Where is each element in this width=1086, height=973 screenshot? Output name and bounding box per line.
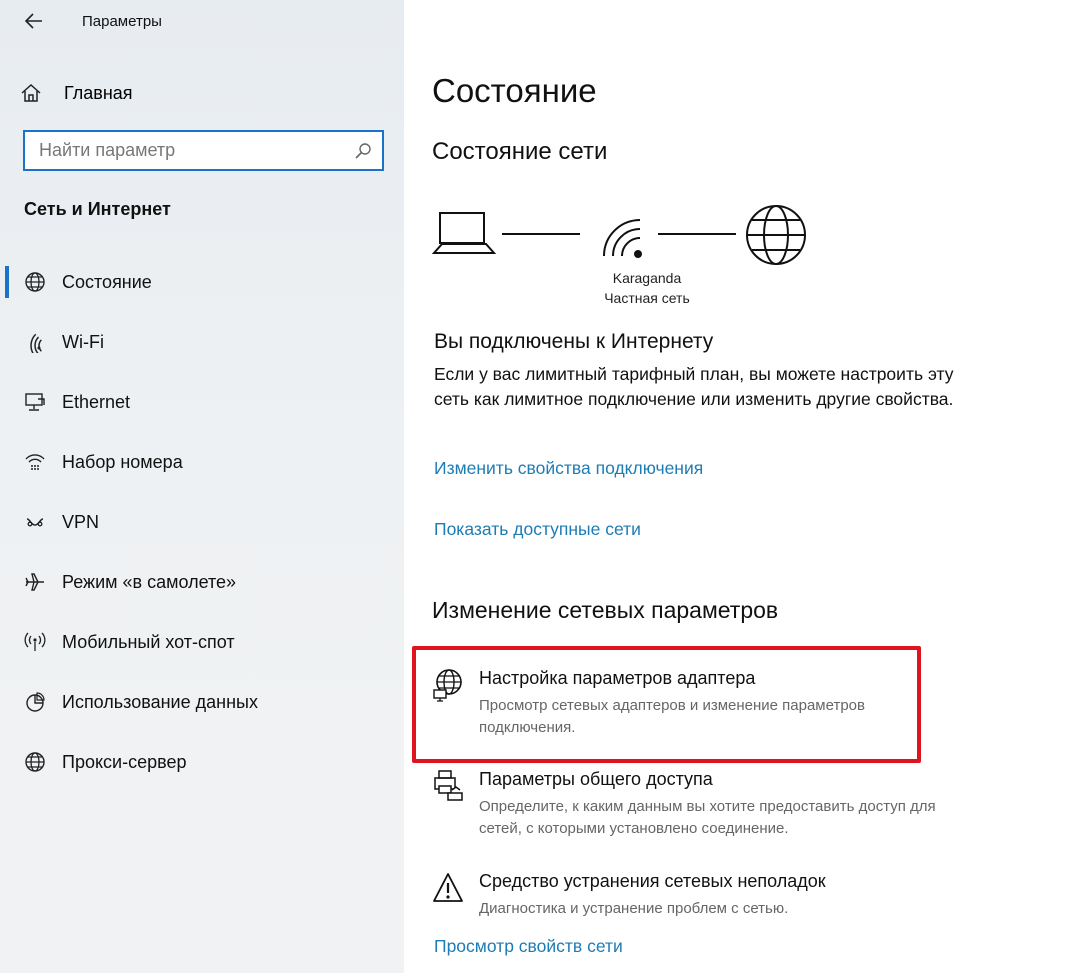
back-button[interactable] [18, 6, 50, 36]
sidebar-item-label: VPN [62, 511, 100, 532]
option-title: Средство устранения сетевых неполадок [479, 871, 826, 891]
connected-title: Вы подключены к Интернету [434, 330, 714, 353]
sidebar-item-status[interactable]: Состояние [0, 252, 404, 312]
view-network-properties-link[interactable]: Просмотр свойств сети [434, 936, 623, 957]
back-arrow-icon [25, 13, 42, 29]
home-icon [20, 83, 48, 103]
sidebar-item-label: Состояние [62, 271, 152, 292]
globe-status-icon [22, 269, 48, 295]
sharing-options-option[interactable]: Параметры общего доступа Определите, к к… [432, 769, 972, 839]
sidebar-item-label: Использование данных [62, 691, 258, 712]
main-content: Состояние Состояние сети Karaganda Частн… [404, 0, 1086, 973]
sidebar-item-label: Ethernet [62, 391, 131, 412]
option-description: Диагностика и устранение проблем с сетью… [479, 900, 789, 917]
adapter-globe-icon [432, 668, 466, 702]
sidebar-item-wifi[interactable]: Wi-Fi [0, 312, 404, 372]
search-input[interactable] [39, 140, 344, 161]
change-settings-heading: Изменение сетевых параметров [432, 597, 779, 623]
sidebar-item-label: Набор номера [62, 451, 183, 472]
sidebar-item-ethernet[interactable]: Ethernet [0, 372, 404, 432]
internet-globe-icon [746, 205, 806, 265]
airplane-icon [22, 569, 48, 595]
ethernet-icon [22, 389, 48, 415]
home-label: Главная [64, 82, 133, 103]
warning-icon [432, 871, 466, 905]
app-title: Параметры [82, 13, 162, 30]
hotspot-icon [22, 629, 48, 655]
sidebar-item-vpn[interactable]: VPN [0, 492, 404, 552]
sidebar-item-label: Режим «в самолете» [62, 571, 237, 592]
sidebar-nav: Состояние Wi-Fi Ethernet Набор номера VP… [0, 252, 404, 792]
vpn-icon [22, 509, 48, 535]
option-description: Просмотр сетевых адаптеров и изменение п… [479, 697, 865, 736]
sidebar-item-proxy[interactable]: Прокси-сервер [0, 732, 404, 792]
page-title: Состояние [432, 72, 597, 109]
network-troubleshooter-option[interactable]: Средство устранения сетевых неполадок Ди… [432, 871, 972, 921]
dialup-icon [22, 449, 48, 475]
wifi-signal-icon [603, 219, 642, 258]
sharing-printer-icon [432, 769, 466, 803]
sidebar-item-dialup[interactable]: Набор номера [0, 432, 404, 492]
sidebar-item-label: Мобильный хот-спот [62, 631, 235, 652]
sidebar-item-label: Прокси-сервер [62, 751, 187, 772]
sidebar-item-airplane[interactable]: Режим «в самолете» [0, 552, 404, 612]
network-name-label: Karaganda Частная сеть [582, 268, 712, 308]
sidebar: Параметры Главная Сеть и Интернет Состоя… [0, 0, 404, 973]
adapter-settings-option[interactable]: Настройка параметров адаптера Просмотр с… [432, 668, 972, 738]
network-name: Karaganda [612, 270, 682, 286]
search-box[interactable] [23, 130, 384, 171]
sidebar-item-hotspot[interactable]: Мобильный хот-спот [0, 612, 404, 672]
wifi-icon [22, 329, 48, 355]
data-usage-icon [22, 689, 48, 715]
network-status-heading: Состояние сети [432, 138, 608, 165]
laptop-icon [432, 212, 497, 254]
option-title: Настройка параметров адаптера [479, 668, 756, 688]
sidebar-item-label: Wi-Fi [62, 331, 104, 352]
change-connection-properties-link[interactable]: Изменить свойства подключения [434, 458, 703, 479]
sidebar-section-title: Сеть и Интернет [24, 199, 171, 219]
connected-description: Если у вас лимитный тарифный план, вы мо… [434, 364, 954, 409]
proxy-globe-icon [22, 749, 48, 775]
option-title: Параметры общего доступа [479, 769, 713, 789]
sidebar-item-data-usage[interactable]: Использование данных [0, 672, 404, 732]
home-nav-item[interactable]: Главная [20, 78, 133, 108]
network-type: Частная сеть [604, 290, 690, 306]
network-diagram: Karaganda Частная сеть [432, 200, 852, 310]
search-icon[interactable] [354, 142, 372, 165]
title-bar: Параметры [0, 0, 404, 44]
option-description: Определите, к каким данным вы хотите пре… [479, 798, 936, 837]
show-available-networks-link[interactable]: Показать доступные сети [434, 519, 641, 540]
